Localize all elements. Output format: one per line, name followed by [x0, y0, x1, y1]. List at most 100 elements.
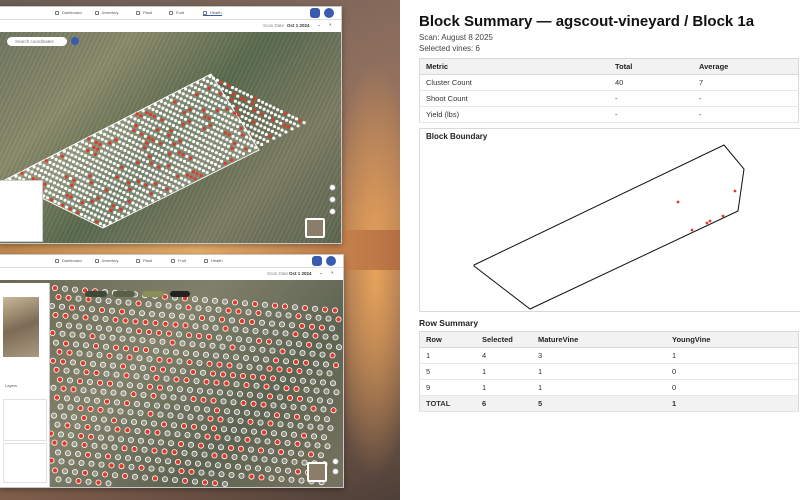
- vine-marker: [151, 475, 158, 482]
- nav-item-fruit[interactable]: Fruit: [169, 10, 184, 15]
- vine-marker: [278, 475, 285, 482]
- basemap-thumbnail[interactable]: [305, 218, 325, 238]
- vine-marker: [69, 331, 76, 338]
- vine-marker: [184, 431, 191, 438]
- vine-marker: [58, 458, 65, 465]
- vine-marker: [179, 368, 186, 375]
- plant-icon: [136, 258, 140, 263]
- vine-marker: [65, 294, 72, 301]
- zoom-out-button[interactable]: [329, 196, 336, 203]
- vine-marker: [56, 164, 60, 168]
- aerial-map[interactable]: Search coordinates: [0, 32, 341, 243]
- vine-marker: [202, 157, 206, 161]
- aerial-map-zoomed[interactable]: [0, 280, 343, 487]
- vine-marker: [77, 199, 81, 203]
- vine-marker: [333, 389, 340, 396]
- vine-marker: [189, 175, 193, 179]
- vine-marker: [213, 83, 217, 87]
- vine-marker: [148, 155, 152, 159]
- vine-marker: [127, 139, 132, 143]
- vine-marker: [271, 302, 278, 309]
- vine-marker: [298, 119, 302, 123]
- vine-marker: [74, 185, 78, 189]
- vine-marker: [67, 377, 74, 384]
- vine-marker: [272, 329, 279, 336]
- close-icon[interactable]: ×: [329, 22, 332, 27]
- vine-marker: [190, 396, 197, 403]
- vine-marker: [124, 427, 131, 434]
- vine-marker: [291, 458, 298, 465]
- vine-marker: [159, 338, 166, 345]
- layer-filter-chips[interactable]: [85, 284, 205, 297]
- vine-marker: [102, 471, 109, 478]
- user-avatar-2[interactable]: [326, 256, 336, 266]
- scan-date-value-2[interactable]: Oct 1 2024: [289, 271, 312, 276]
- vine-marker: [62, 180, 66, 184]
- vine-marker: [71, 172, 75, 176]
- grid-view-button-2[interactable]: [312, 256, 322, 266]
- nav-item-dashboard-2[interactable]: Dashboard: [55, 258, 82, 263]
- vine-marker: [239, 126, 243, 130]
- nav-item-fruit-2[interactable]: Fruit: [171, 258, 186, 263]
- vine-marker: [204, 103, 208, 107]
- nav-item-inventory-2[interactable]: Inventory: [95, 258, 118, 263]
- vine-marker: [130, 182, 134, 187]
- vine-marker: [268, 104, 272, 108]
- zoom-in-button-2[interactable]: [332, 458, 339, 465]
- vine-marker: [260, 429, 267, 436]
- vine-marker: [37, 173, 42, 178]
- user-avatar[interactable]: [324, 8, 334, 18]
- vine-marker: [261, 119, 265, 123]
- zoom-in-button[interactable]: [329, 184, 336, 191]
- zoom-out-button-2[interactable]: [332, 468, 339, 475]
- vine-marker: [109, 129, 113, 133]
- vine-marker: [223, 143, 227, 147]
- vine-marker: [180, 422, 187, 429]
- vine-marker: [138, 310, 145, 317]
- vine-marker: [195, 92, 199, 97]
- basemap-thumbnail-2[interactable]: [307, 462, 327, 482]
- vine-marker: [107, 214, 111, 218]
- vine-marker: [128, 309, 135, 316]
- grid-view-button[interactable]: [310, 8, 320, 18]
- vine-marker: [236, 94, 240, 98]
- vine-photo[interactable]: [3, 297, 39, 357]
- vine-marker: [104, 398, 111, 405]
- nav-item-inventory[interactable]: Inventory: [95, 10, 118, 15]
- nav-item-health[interactable]: Health: [203, 10, 222, 16]
- vine-marker: [115, 454, 122, 461]
- close-icon[interactable]: ×: [331, 270, 334, 275]
- nav-item-plant-2[interactable]: Plant: [136, 258, 152, 263]
- vine-marker: [51, 174, 55, 178]
- vine-marker: [130, 134, 134, 138]
- vine-marker: [224, 149, 228, 153]
- vine-marker: [239, 96, 244, 100]
- vine-marker: [114, 138, 118, 142]
- nav-item-dashboard[interactable]: Dashboard: [55, 10, 82, 15]
- vine-marker: [233, 381, 240, 388]
- chevron-down-icon[interactable]: ⌄: [319, 270, 323, 276]
- vine-markers-zoomed[interactable]: [48, 285, 342, 487]
- nav-item-health-2[interactable]: Health: [204, 258, 223, 263]
- vine-marker: [88, 144, 92, 148]
- vine-marker: [116, 194, 120, 198]
- vine-marker: [187, 441, 194, 448]
- locate-button[interactable]: [329, 208, 336, 215]
- chevron-down-icon[interactable]: ⌄: [317, 22, 321, 28]
- scan-date-value[interactable]: Oct 1 2024: [287, 23, 310, 28]
- vine-marker: [270, 111, 274, 115]
- vine-marker: [276, 108, 280, 112]
- vine-marker: [123, 197, 127, 201]
- vine-marker: [56, 348, 63, 355]
- vine-marker: [273, 384, 280, 391]
- nav-item-plant[interactable]: Plant: [136, 10, 152, 15]
- vine-marker: [20, 171, 24, 175]
- block-boundary-map[interactable]: [420, 129, 800, 311]
- vine-marker: [129, 176, 133, 180]
- vine-marker: [257, 117, 262, 121]
- app-window-top: Dashboard Inventory Plant Fruit Health S…: [0, 6, 342, 244]
- vine-marker: [166, 385, 173, 392]
- vine-marker: [90, 361, 97, 368]
- vine-marker: [170, 147, 174, 151]
- vine-marker: [260, 112, 264, 116]
